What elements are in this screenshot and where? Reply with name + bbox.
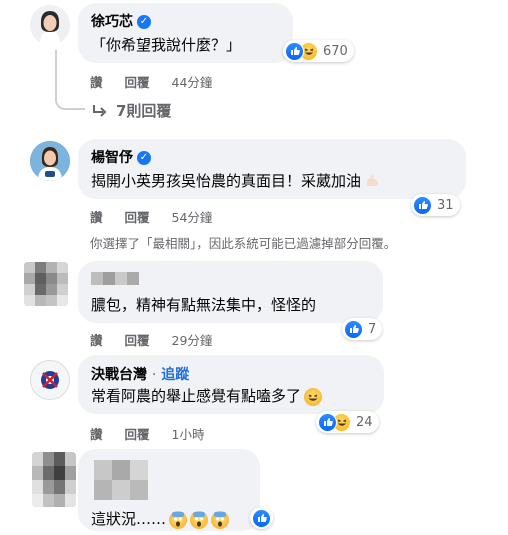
reply-arrow-icon [93, 104, 107, 117]
like-icon [344, 319, 363, 339]
like-icon [318, 412, 337, 432]
comment-text: 揭開小英男孩吳怡農的真面目！采葳加油 [91, 170, 380, 192]
comment-actions: 讚 回覆 44分鐘 [90, 72, 212, 91]
like-button[interactable]: 讚 [90, 330, 103, 349]
reaction-summary[interactable]: 670 [283, 40, 354, 62]
filter-notice: 你選擇了「最相關」，因此系統可能已過濾掉部分回覆。 [90, 236, 397, 251]
reaction-summary[interactable]: 7 [342, 318, 383, 340]
avatar[interactable] [24, 262, 68, 306]
view-replies-link[interactable]: 7則回覆 [92, 100, 171, 121]
avatar[interactable] [30, 360, 70, 400]
author-name[interactable]: 決戰台灣 [91, 367, 147, 383]
comment-author[interactable]: 楊智伃 ✓ [91, 147, 151, 167]
screaming-face-emoji-icon [169, 510, 188, 529]
reaction-summary[interactable] [250, 507, 273, 529]
comment-actions: 讚 回覆 29分鐘 [90, 330, 212, 349]
timestamp[interactable]: 44分鐘 [172, 72, 213, 91]
blurred-author-name-icon [91, 270, 139, 285]
avatar[interactable] [30, 5, 70, 45]
like-button[interactable]: 讚 [90, 207, 103, 226]
reaction-count: 7 [368, 321, 377, 337]
reply-button[interactable]: 回覆 [125, 424, 150, 443]
flexed-biceps-emoji-icon [364, 172, 380, 192]
reply-button[interactable]: 回覆 [125, 207, 150, 226]
comment-author[interactable]: 徐巧芯 ✓ [91, 11, 151, 31]
reaction-count: 31 [437, 197, 454, 213]
comment-text: 這狀況…… [91, 508, 230, 529]
rolling-laughing-emoji-icon [304, 387, 323, 406]
follow-button[interactable]: 追蹤 [161, 367, 189, 383]
timestamp[interactable]: 1小時 [172, 424, 205, 443]
verified-badge-icon: ✓ [137, 151, 151, 165]
comment-text-content: 揭開小英男孩吳怡農的真面目！采葳加油 [91, 172, 362, 190]
avatar[interactable] [32, 452, 76, 507]
avatar[interactable] [30, 141, 70, 181]
thread-curve [55, 60, 85, 110]
blurred-avatar-icon [24, 262, 68, 306]
author-name[interactable]: 徐巧芯 [91, 14, 133, 30]
comment-text-content: 常看阿農的舉止感覺有點嗑多了 [91, 387, 302, 405]
verified-badge-icon: ✓ [137, 15, 151, 29]
reaction-summary[interactable]: 31 [411, 194, 460, 216]
flag-emblem-icon [41, 371, 59, 389]
replies-count[interactable]: 7則回覆 [116, 100, 171, 121]
comment-text: 常看阿農的舉止感覺有點嗑多了 [91, 385, 323, 406]
blurred-avatar-icon [32, 452, 76, 507]
comment-text: 「你希望我說什麼？」 [91, 36, 242, 54]
like-icon [252, 508, 271, 528]
like-button[interactable]: 讚 [90, 72, 103, 91]
comment-text-content: 這狀況…… [91, 510, 167, 528]
timestamp[interactable]: 54分鐘 [172, 207, 213, 226]
timestamp[interactable]: 29分鐘 [172, 330, 213, 349]
like-icon [413, 195, 432, 215]
comment-actions: 讚 回覆 54分鐘 [90, 207, 212, 226]
blurred-author-name-icon [94, 460, 148, 500]
screaming-face-emoji-icon [190, 510, 209, 529]
separator: · [151, 367, 157, 383]
like-icon [285, 41, 304, 61]
comment-text: 膿包，精神有點無法集中，怪怪的 [91, 296, 317, 314]
profile-photo-icon [30, 141, 70, 181]
reply-button[interactable]: 回覆 [125, 330, 150, 349]
reaction-summary[interactable]: 24 [316, 411, 379, 433]
like-button[interactable]: 讚 [90, 424, 103, 443]
reaction-count: 670 [323, 43, 348, 59]
profile-photo-icon [30, 5, 70, 45]
reply-button[interactable]: 回覆 [125, 72, 150, 91]
author-name[interactable]: 楊智伃 [91, 150, 133, 166]
reaction-count: 24 [356, 414, 373, 430]
screaming-face-emoji-icon [211, 510, 230, 529]
comment-author: 決戰台灣 · 追蹤 [91, 364, 189, 384]
comment-actions: 讚 回覆 1小時 [90, 424, 204, 443]
